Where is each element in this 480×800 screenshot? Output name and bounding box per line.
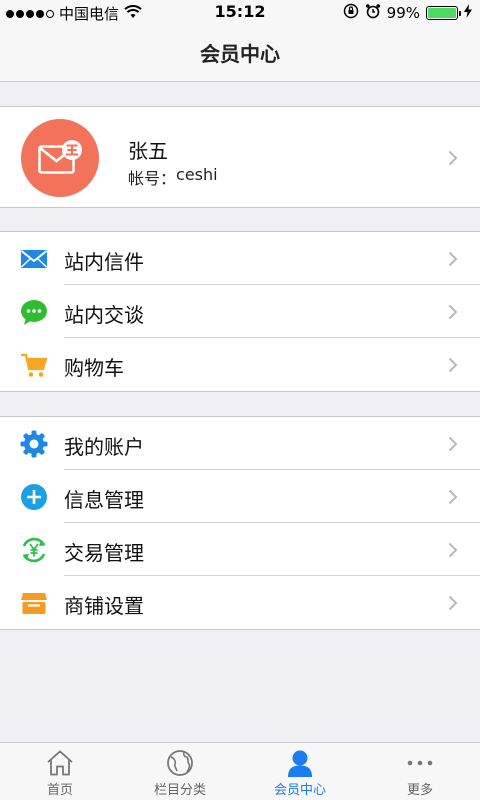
chevron-right-icon xyxy=(448,304,458,320)
gear-icon xyxy=(20,430,48,458)
mail-envelope-icon xyxy=(38,140,82,174)
envelope-icon xyxy=(20,250,48,268)
menu-group-messages: 站内信件 站内交谈 购物车 xyxy=(0,231,480,392)
avatar xyxy=(21,119,99,197)
menu-item-chat[interactable]: 站内交谈 xyxy=(0,284,480,338)
tab-label: 更多 xyxy=(406,783,433,798)
tab-member-center[interactable]: 会员中心 xyxy=(240,743,360,800)
menu-item-my-account[interactable]: 我的账户 xyxy=(0,417,480,470)
plus-circle-icon xyxy=(21,484,47,510)
tab-more[interactable]: 更多 xyxy=(360,743,480,800)
profile-card[interactable]: 张五 帐号： ceshi xyxy=(0,106,480,208)
tab-label: 会员中心 xyxy=(273,783,326,798)
profile-name: 张五 xyxy=(128,139,168,163)
charging-bolt-icon xyxy=(464,4,472,22)
status-bar: 中国电信 15:12 99% xyxy=(0,0,480,24)
battery-percent: 99% xyxy=(386,4,420,22)
account-label: 帐号： xyxy=(128,169,177,188)
shopping-cart-icon xyxy=(21,353,48,377)
menu-item-label: 信息管理 xyxy=(64,488,144,512)
store-icon xyxy=(21,593,47,614)
chevron-right-icon xyxy=(448,357,458,373)
menu-group-account: 我的账户 信息管理 交易管理 商铺设置 xyxy=(0,416,480,630)
page-title: 会员中心 xyxy=(200,42,280,66)
alarm-clock-icon xyxy=(365,3,381,23)
tab-label: 首页 xyxy=(46,783,73,798)
menu-item-label: 购物车 xyxy=(64,356,124,380)
menu-item-store-settings[interactable]: 商铺设置 xyxy=(0,575,480,629)
chevron-right-icon xyxy=(448,436,458,452)
globe-icon xyxy=(167,750,193,776)
tab-home[interactable]: 首页 xyxy=(0,743,120,800)
chevron-right-icon xyxy=(448,595,458,611)
menu-item-shopping-cart[interactable]: 购物车 xyxy=(0,337,480,391)
status-right: 99% xyxy=(343,3,472,23)
menu-item-trade-management[interactable]: 交易管理 xyxy=(0,522,480,576)
tab-bar: 首页 栏目分类 会员中心 更多 xyxy=(0,742,480,800)
navigation-bar: 会员中心 xyxy=(0,24,480,82)
profile-account: 帐号： ceshi xyxy=(128,165,218,189)
menu-item-label: 商铺设置 xyxy=(64,594,144,618)
chevron-right-icon xyxy=(448,542,458,558)
chat-bubble-icon xyxy=(21,300,47,325)
tab-label: 栏目分类 xyxy=(153,783,206,798)
chevron-right-icon xyxy=(448,251,458,267)
menu-item-inbox-mail[interactable]: 站内信件 xyxy=(0,232,480,285)
user-icon xyxy=(288,750,312,777)
menu-item-info-management[interactable]: 信息管理 xyxy=(0,469,480,523)
battery-level-fill xyxy=(428,8,456,18)
battery-icon xyxy=(426,6,461,20)
menu-item-label: 站内交谈 xyxy=(64,303,144,327)
more-dots-icon xyxy=(407,760,433,766)
menu-item-label: 我的账户 xyxy=(64,435,144,459)
account-value: ceshi xyxy=(176,165,218,184)
home-icon xyxy=(47,750,73,776)
tab-categories[interactable]: 栏目分类 xyxy=(120,743,240,800)
chevron-right-icon xyxy=(448,489,458,505)
rotation-lock-icon xyxy=(343,3,359,23)
menu-item-label: 交易管理 xyxy=(64,541,144,565)
menu-item-label: 站内信件 xyxy=(64,250,144,274)
chevron-right-icon xyxy=(448,150,458,166)
yen-refresh-icon xyxy=(22,537,46,563)
